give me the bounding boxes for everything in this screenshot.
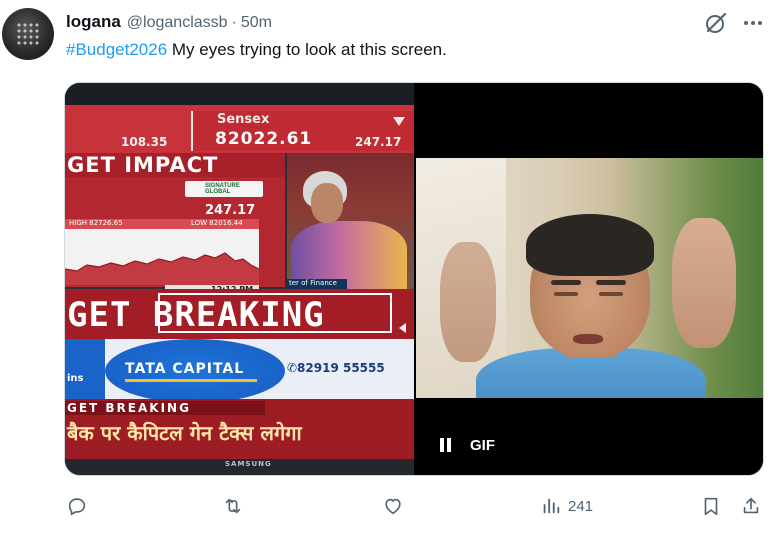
- gif-label: GIF: [470, 437, 495, 454]
- tweet-text: #Budget2026 My eyes trying to look at th…: [66, 40, 447, 60]
- play-icon: [399, 323, 406, 333]
- tweet-body: My eyes trying to look at this screen.: [167, 40, 447, 59]
- ticker-left-value: 108.35: [121, 135, 168, 149]
- share-icon: [743, 497, 759, 514]
- tweet: logana @loganclassb · 50m #Budget2026 My…: [0, 0, 780, 540]
- sensex-label: Sensex: [217, 112, 270, 127]
- avatar[interactable]: [2, 8, 54, 60]
- repost-button[interactable]: [222, 490, 244, 522]
- views-button[interactable]: 241: [540, 490, 593, 522]
- repost-icon: [225, 498, 241, 514]
- signature-logo-text: SIGNATURE GLOBAL: [205, 183, 240, 195]
- ad-left-text: ins: [67, 373, 84, 384]
- like-icon: [385, 498, 401, 515]
- separator: ·: [231, 14, 237, 31]
- display-name[interactable]: logana: [66, 12, 121, 32]
- more-icon[interactable]: [740, 10, 766, 36]
- gif-frame: [416, 158, 763, 398]
- sensex-value: 82022.61: [215, 129, 313, 149]
- high-label: HIGH 82726.65: [69, 219, 123, 227]
- user-handle[interactable]: @loganclassb: [127, 14, 228, 32]
- breaking-headline: GET BREAKING: [67, 295, 325, 335]
- grok-icon[interactable]: [703, 10, 729, 36]
- reply-button[interactable]: [66, 490, 88, 522]
- tv-brand: SAMSUNG: [225, 460, 272, 468]
- sensex-change: 247.17: [355, 135, 402, 149]
- timestamp[interactable]: 50m: [241, 14, 272, 32]
- down-arrow-icon: [393, 117, 405, 126]
- minister-caption: ter of Finance: [289, 279, 337, 287]
- pause-icon[interactable]: [440, 438, 452, 452]
- like-button[interactable]: [382, 490, 404, 522]
- market-chart: [65, 252, 259, 285]
- media-grid: 108.35 Sensex 82022.61 247.17 GET IMPACT…: [64, 82, 764, 476]
- impact-headline: GET IMPACT: [67, 153, 219, 177]
- bookmark-button[interactable]: [700, 490, 722, 522]
- chart-value: 247.17: [205, 203, 256, 218]
- views-icon: [543, 498, 560, 514]
- tv-photo[interactable]: 108.35 Sensex 82022.61 247.17 GET IMPACT…: [65, 83, 414, 475]
- ad-phone-number: ✆82919 55555: [287, 361, 385, 375]
- reply-icon: [68, 498, 86, 516]
- low-label: LOW 82016.44: [191, 219, 243, 227]
- reaction-gif[interactable]: GIF: [416, 83, 763, 475]
- hindi-headline: बैक पर कैपिटल गेन टैक्स लगेगा: [67, 421, 302, 445]
- hashtag-link[interactable]: #Budget2026: [66, 40, 167, 59]
- bottom-breaking-label: GET BREAKING: [67, 401, 191, 415]
- share-button[interactable]: [740, 490, 762, 522]
- action-bar: 241: [0, 490, 780, 522]
- views-count: 241: [568, 497, 594, 515]
- tata-capital-text: TATA CAPITAL: [125, 361, 245, 377]
- bookmark-icon: [704, 497, 718, 516]
- tweet-header: logana @loganclassb · 50m: [66, 12, 272, 34]
